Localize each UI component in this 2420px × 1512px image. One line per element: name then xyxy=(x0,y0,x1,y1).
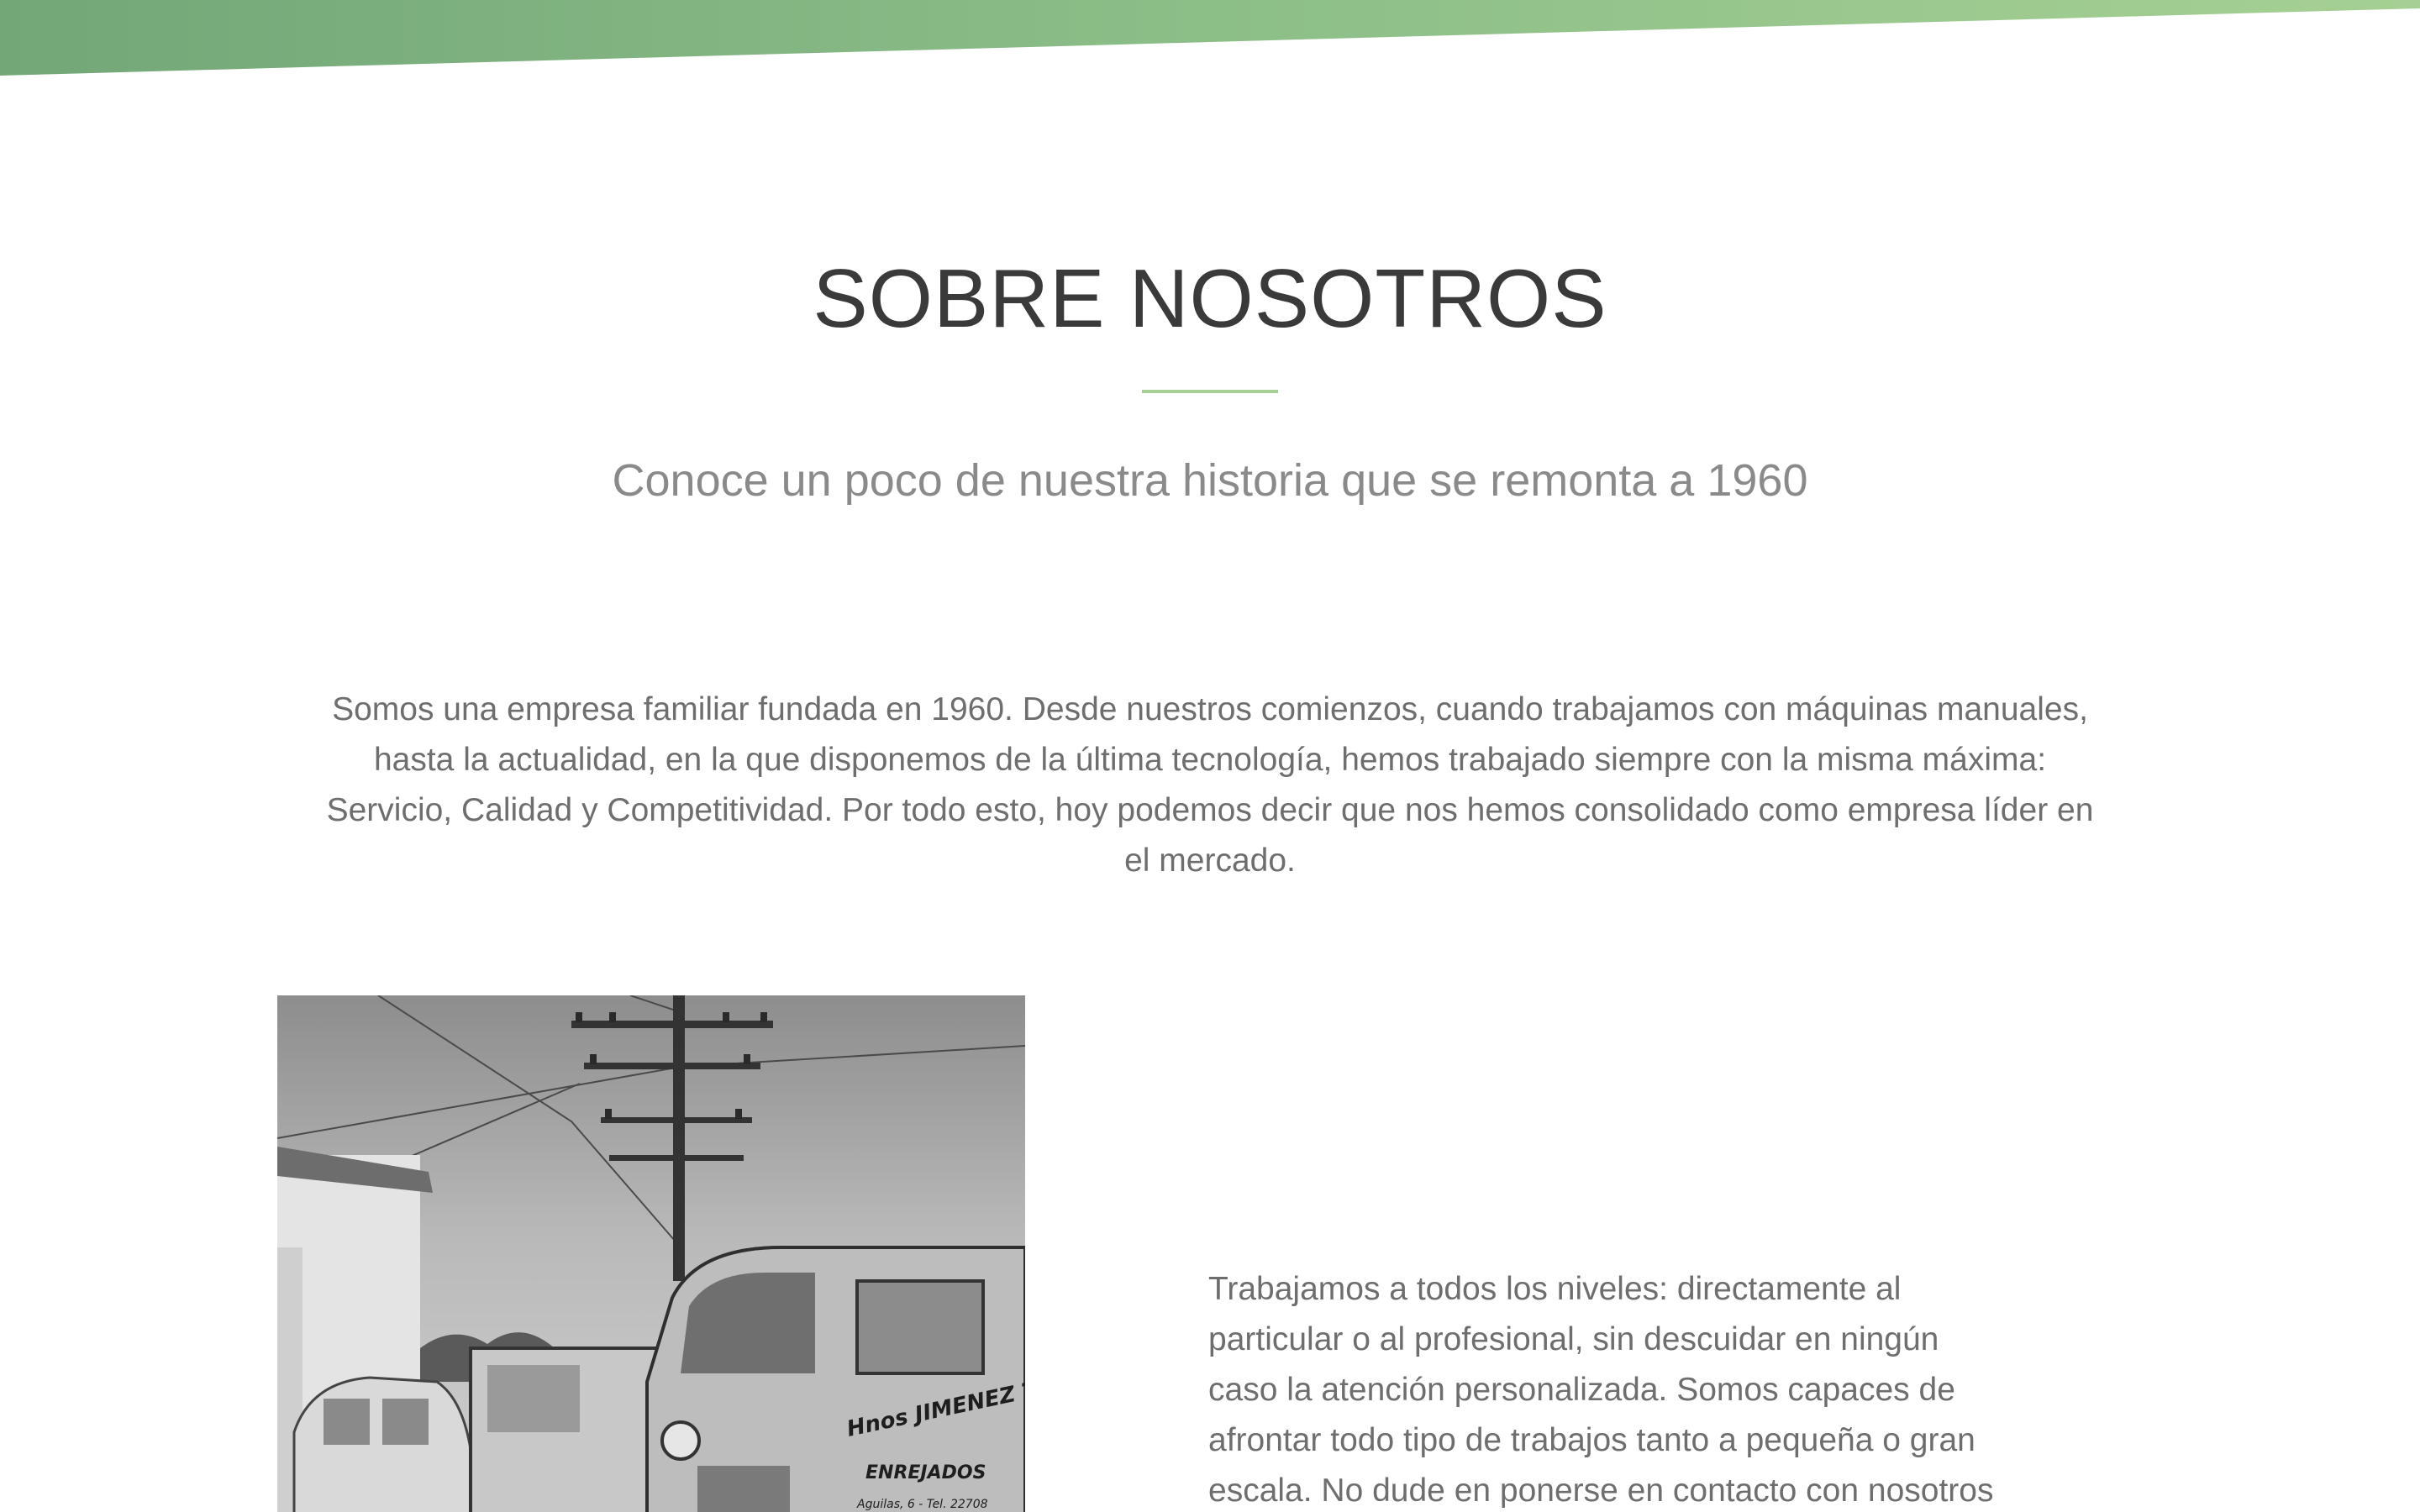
top-decorative-band xyxy=(0,0,2420,76)
about-page: SOBRE NOSOTROS Conoce un poco de nuestra… xyxy=(0,0,2420,1512)
svg-text:ENREJADOS: ENREJADOS xyxy=(865,1462,986,1483)
intro-paragraph: Somos una empresa familiar fundada en 19… xyxy=(326,691,2094,879)
services-paragraph: Trabajamos a todos los niveles: directam… xyxy=(1208,1271,1994,1509)
section-title: SOBRE NOSOTROS xyxy=(813,252,1607,344)
section-subtitle: Conoce un poco de nuestra historia que s… xyxy=(612,455,1808,506)
svg-text:Aguilas, 6 - Tel. 22708: Aguilas, 6 - Tel. 22708 xyxy=(856,1498,988,1511)
title-divider xyxy=(1142,390,1278,393)
history-photo: Hnos JIMENEZ TOLEDO ENREJADOS Aguilas, 6… xyxy=(277,995,1025,1512)
